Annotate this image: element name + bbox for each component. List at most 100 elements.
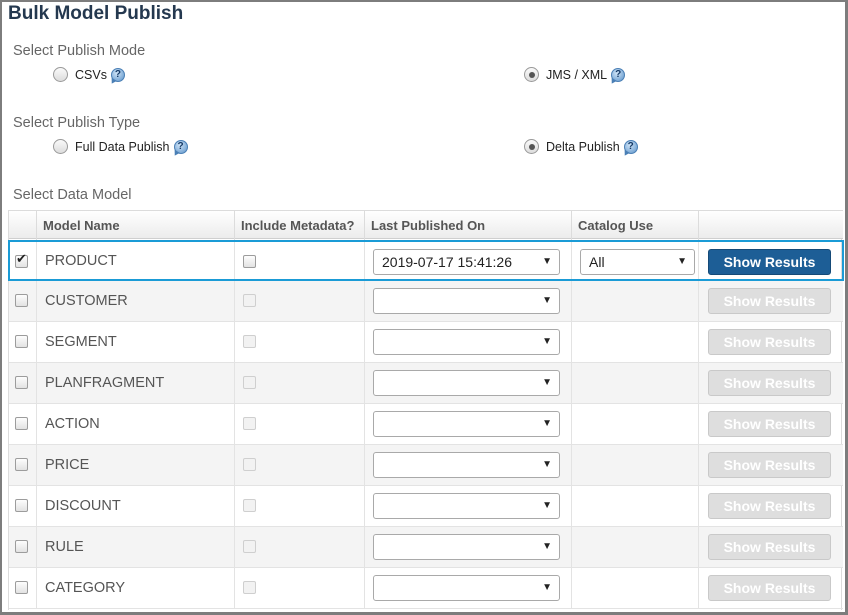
show-results-button[interactable]: Show Results [708, 452, 831, 478]
show-results-button[interactable]: Show Results [708, 534, 831, 560]
catalog-use-cell [572, 527, 699, 567]
last-published-cell: ▼ [365, 322, 572, 362]
include-metadata-checkbox[interactable] [243, 417, 256, 430]
model-name-cell: ACTION [37, 404, 235, 444]
catalog-use-cell [572, 486, 699, 526]
show-results-button[interactable]: Show Results [708, 288, 831, 314]
publish-type-label: Select Publish Type [13, 115, 141, 131]
show-results-button[interactable]: Show Results [708, 575, 831, 601]
last-published-select[interactable]: ▼ [373, 452, 560, 478]
last-published-select[interactable]: 2019-07-17 15:41:26 ▼ [373, 249, 560, 275]
radio-jms-xml[interactable]: JMS / XML ? [524, 67, 626, 82]
catalog-use-cell [572, 281, 699, 321]
include-metadata-checkbox[interactable] [243, 458, 256, 471]
radio-delta-publish[interactable]: Delta Publish ? [524, 139, 638, 154]
include-metadata-cell [235, 486, 365, 526]
help-icon[interactable]: ? [611, 67, 626, 82]
data-model-label: Select Data Model [13, 187, 132, 203]
include-metadata-checkbox[interactable] [243, 499, 256, 512]
table-row: RULE ▼ Show Results [9, 527, 843, 568]
row-select-cell [9, 242, 37, 279]
catalog-use-cell: All ▼ [572, 242, 699, 279]
last-published-value: 2019-07-17 15:41:26 [382, 254, 512, 270]
last-published-select[interactable]: ▼ [373, 534, 560, 560]
last-published-select[interactable]: ▼ [373, 370, 560, 396]
row-select-checkbox[interactable] [15, 499, 28, 512]
include-metadata-cell [235, 527, 365, 567]
last-published-select[interactable]: ▼ [373, 411, 560, 437]
include-metadata-cell [235, 322, 365, 362]
row-select-cell [9, 445, 37, 485]
radio-button[interactable] [524, 139, 539, 154]
row-select-checkbox[interactable] [15, 252, 28, 268]
include-metadata-checkbox[interactable] [243, 540, 256, 553]
include-metadata-cell [235, 404, 365, 444]
row-select-cell [9, 363, 37, 403]
row-select-checkbox[interactable] [15, 458, 28, 471]
actions-cell: Show Results [699, 568, 843, 608]
last-published-cell: ▼ [365, 363, 572, 403]
table-row: PRODUCT 2019-07-17 15:41:26 ▼ All ▼ Show Resu… [8, 240, 844, 281]
catalog-use-cell [572, 404, 699, 444]
radio-button[interactable] [53, 67, 68, 82]
row-select-checkbox[interactable] [15, 581, 28, 594]
model-name-cell: PRODUCT [37, 242, 235, 279]
last-published-cell: ▼ [365, 404, 572, 444]
row-select-cell [9, 404, 37, 444]
model-name: PRICE [45, 457, 90, 473]
include-metadata-cell [235, 363, 365, 403]
chevron-down-icon: ▼ [542, 459, 552, 470]
row-select-checkbox[interactable] [15, 294, 28, 307]
chevron-down-icon: ▼ [542, 500, 552, 511]
last-published-cell: ▼ [365, 281, 572, 321]
last-published-select[interactable]: ▼ [373, 329, 560, 355]
data-model-table: Model Name Include Metadata? Last Publis… [8, 210, 844, 610]
show-results-button[interactable]: Show Results [708, 411, 831, 437]
table-row: CUSTOMER ▼ Show Results [9, 281, 843, 322]
radio-csvs[interactable]: CSVs ? [53, 67, 125, 82]
radio-button[interactable] [53, 139, 68, 154]
include-metadata-checkbox[interactable] [243, 581, 256, 594]
catalog-use-value: All [589, 254, 605, 270]
include-metadata-checkbox[interactable] [243, 376, 256, 389]
table-header: Model Name Include Metadata? Last Publis… [9, 210, 843, 240]
show-results-button[interactable]: Show Results [708, 329, 831, 355]
model-name-cell: CATEGORY [37, 568, 235, 608]
chevron-down-icon: ▼ [542, 256, 552, 267]
table-row: CATEGORY ▼ Show Results [9, 568, 843, 609]
header-catalog-use: Catalog Use [572, 211, 699, 240]
radio-label-csvs: CSVs [75, 67, 107, 82]
include-metadata-checkbox[interactable] [243, 335, 256, 348]
help-icon[interactable]: ? [623, 139, 638, 154]
actions-cell: Show Results [699, 281, 843, 321]
row-select-checkbox[interactable] [15, 417, 28, 430]
model-name: ACTION [45, 416, 100, 432]
radio-button[interactable] [524, 67, 539, 82]
chevron-down-icon: ▼ [542, 336, 552, 347]
include-metadata-checkbox[interactable] [243, 255, 256, 268]
show-results-button[interactable]: Show Results [708, 493, 831, 519]
last-published-select[interactable]: ▼ [373, 288, 560, 314]
row-select-checkbox[interactable] [15, 376, 28, 389]
chevron-down-icon: ▼ [542, 295, 552, 306]
help-icon[interactable]: ? [173, 139, 188, 154]
help-icon[interactable]: ? [110, 67, 125, 82]
last-published-select[interactable]: ▼ [373, 493, 560, 519]
chevron-down-icon: ▼ [542, 541, 552, 552]
chevron-down-icon: ▼ [677, 256, 687, 267]
show-results-button[interactable]: Show Results [708, 370, 831, 396]
row-select-cell [9, 281, 37, 321]
row-select-checkbox[interactable] [15, 335, 28, 348]
catalog-use-cell [572, 363, 699, 403]
actions-cell: Show Results [699, 404, 843, 444]
model-name: RULE [45, 539, 84, 555]
last-published-select[interactable]: ▼ [373, 575, 560, 601]
actions-cell: Show Results [699, 486, 843, 526]
radio-full-data-publish[interactable]: Full Data Publish ? [53, 139, 188, 154]
actions-cell: Show Results [699, 242, 843, 279]
catalog-use-select[interactable]: All ▼ [580, 249, 695, 275]
show-results-button[interactable]: Show Results [708, 249, 831, 275]
model-name: PLANFRAGMENT [45, 375, 165, 391]
row-select-checkbox[interactable] [15, 540, 28, 553]
include-metadata-checkbox[interactable] [243, 294, 256, 307]
